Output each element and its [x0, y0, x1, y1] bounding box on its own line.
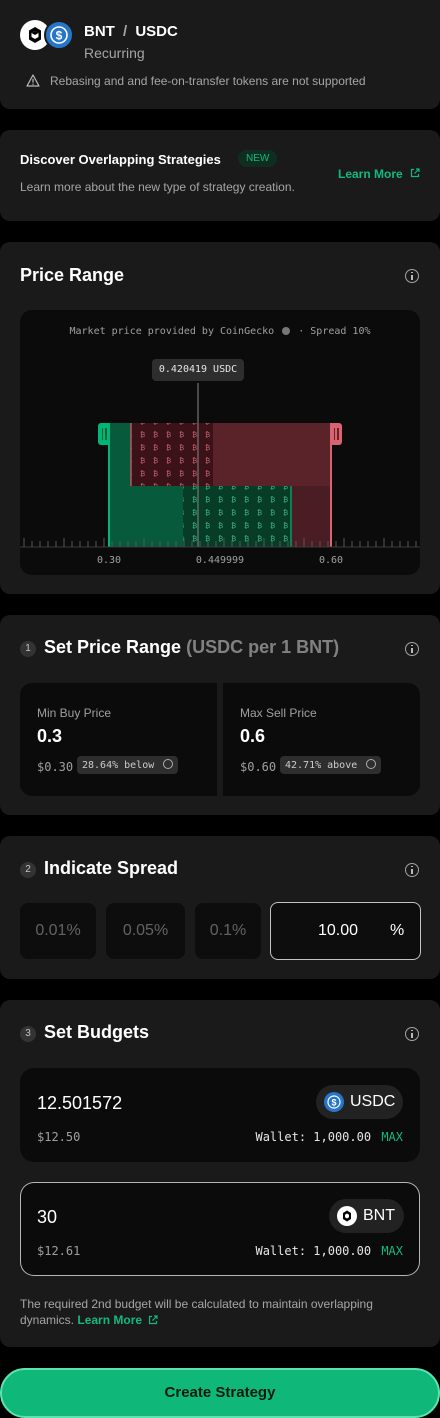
info-icon [163, 759, 174, 769]
set-price-range-card: 1 Set Price Range (USDC per 1 BNT) Min B… [0, 615, 440, 815]
create-strategy-button[interactable]: Create Strategy [0, 1368, 440, 1418]
quote-token-label: USDC [135, 23, 178, 40]
usdc-wallet-balance: Wallet: 1,000.00 MAX [255, 1130, 403, 1144]
usdc-max-button[interactable]: MAX [381, 1130, 403, 1144]
bnt-token-label: BNT [363, 1207, 395, 1224]
step-number: 3 [20, 1026, 36, 1042]
new-badge: NEW [238, 150, 278, 167]
tick-label-min: 0.30 [96, 555, 122, 566]
set-budgets-card: 3 Set Budgets 12.501572 $ USDC $12.50 Wa… [0, 1000, 440, 1347]
bnt-budget-amount[interactable]: 30 [37, 1207, 57, 1228]
set-budgets-title: Set Budgets [44, 1022, 150, 1042]
svg-text:$: $ [331, 1098, 336, 1108]
sell-range-solid [213, 423, 331, 486]
set-price-range-label: Set Price Range [44, 637, 182, 657]
usdc-token-selector[interactable]: $ USDC [316, 1085, 403, 1119]
min-buy-price-box[interactable]: Min Buy Price 0.3 $0.30 28.64% below [20, 683, 217, 796]
info-icon[interactable] [405, 1027, 419, 1041]
pair-title: BNT / USDC [84, 23, 178, 40]
info-icon[interactable] [405, 269, 419, 283]
external-link-icon [410, 168, 420, 178]
custom-spread-input[interactable]: 10.00 % [270, 902, 421, 960]
external-link-icon [149, 1315, 159, 1325]
bnt-budget-box[interactable]: 30 BNT $12.61 Wallet: 1,000.00 MAX [20, 1182, 420, 1276]
market-price-marker: 0.420419 USDC [152, 359, 244, 381]
base-token-label: BNT [84, 23, 115, 40]
bnt-token-selector[interactable]: BNT [329, 1199, 404, 1233]
max-badge-text: 42.71% above [285, 760, 358, 771]
learn-more-label: Learn More [77, 1313, 143, 1327]
usdc-wallet-text: Wallet: 1,000.00 [255, 1130, 372, 1144]
price-range-card: Price Range Market price provided by Coi… [0, 242, 440, 594]
usdc-token-label: USDC [350, 1093, 396, 1110]
usdc-budget-usd: $12.50 [37, 1130, 81, 1144]
step-number: 1 [20, 641, 36, 657]
learn-more-label: Learn More [338, 167, 403, 181]
min-badge-text: 28.64% below [82, 760, 155, 771]
discover-description: Learn more about the new type of strateg… [20, 180, 295, 194]
min-buy-price-usd: $0.30 [37, 760, 74, 774]
spread-option-0-01[interactable]: 0.01% [20, 903, 96, 959]
tick-label-mid: 0.449999 [195, 555, 245, 566]
price-unit-label: (USDC per 1 BNT) [186, 637, 340, 657]
max-sell-price-value[interactable]: 0.6 [240, 726, 265, 747]
strategy-type: Recurring [84, 45, 145, 61]
min-buy-price-value[interactable]: 0.3 [37, 726, 62, 747]
custom-spread-unit: % [390, 922, 405, 939]
range-chart-svg: ₿ ₿ [20, 383, 420, 548]
buy-range-handle[interactable] [98, 423, 110, 445]
create-strategy-label: Create Strategy [164, 1384, 276, 1401]
max-sell-price-usd: $0.60 [240, 760, 277, 774]
spread-option-0-1[interactable]: 0.1% [195, 903, 261, 959]
discover-learn-more-link[interactable]: Learn More [338, 167, 420, 181]
indicate-spread-title: Indicate Spread [44, 858, 179, 878]
sell-range-handle[interactable] [330, 423, 342, 445]
min-buy-price-badge: 28.64% below [77, 756, 179, 774]
spread-option-0-05[interactable]: 0.05% [106, 903, 185, 959]
buy-range-overlap [183, 486, 291, 547]
info-icon[interactable] [405, 863, 419, 877]
bnt-wallet-text: Wallet: 1,000.00 [255, 1244, 372, 1258]
max-sell-price-label: Max Sell Price [240, 706, 317, 720]
bnt-budget-usd: $12.61 [37, 1244, 81, 1258]
step-number: 2 [20, 862, 36, 878]
custom-spread-value[interactable]: 10.00 [318, 922, 358, 940]
warning-icon [26, 74, 40, 92]
max-sell-price-box[interactable]: Max Sell Price 0.6 $0.60 42.71% above [223, 683, 420, 796]
bnt-max-button[interactable]: MAX [381, 1244, 403, 1258]
min-buy-price-label: Min Buy Price [37, 706, 112, 720]
info-icon[interactable] [405, 642, 419, 656]
sell-range-overlap [131, 423, 213, 486]
set-price-range-title: Set Price Range (USDC per 1 BNT) [44, 637, 339, 658]
budget-note: The required 2nd budget will be calculat… [20, 1296, 400, 1328]
svg-text:$: $ [56, 29, 63, 43]
price-range-title: Price Range [20, 265, 125, 285]
pair-card: $ BNT / USDC Recurring Rebasing and and … [0, 0, 440, 109]
budget-note-text: The required 2nd budget will be calculat… [20, 1297, 373, 1327]
price-range-chart[interactable]: Market price provided by CoinGecko · Spr… [20, 310, 420, 575]
usdc-token-icon: $ [324, 1092, 344, 1112]
discover-title: Discover Overlapping Strategies [20, 152, 221, 167]
bnt-wallet-balance: Wallet: 1,000.00 MAX [255, 1244, 403, 1258]
info-icon [366, 759, 377, 769]
max-sell-price-badge: 42.71% above [280, 756, 382, 774]
discover-card: Discover Overlapping Strategies NEW Lear… [0, 130, 440, 221]
usdc-budget-amount[interactable]: 12.501572 [37, 1093, 122, 1114]
tick-label-max: 0.60 [318, 555, 344, 566]
pair-separator: / [123, 23, 128, 40]
bnt-token-icon [337, 1206, 357, 1226]
usdc-budget-box[interactable]: 12.501572 $ USDC $12.50 Wallet: 1,000.00… [20, 1068, 420, 1162]
warning-text: Rebasing and and fee-on-transfer tokens … [50, 74, 366, 88]
budget-learn-more-link[interactable]: Learn More [77, 1313, 159, 1327]
usdc-token-icon: $ [44, 20, 74, 50]
